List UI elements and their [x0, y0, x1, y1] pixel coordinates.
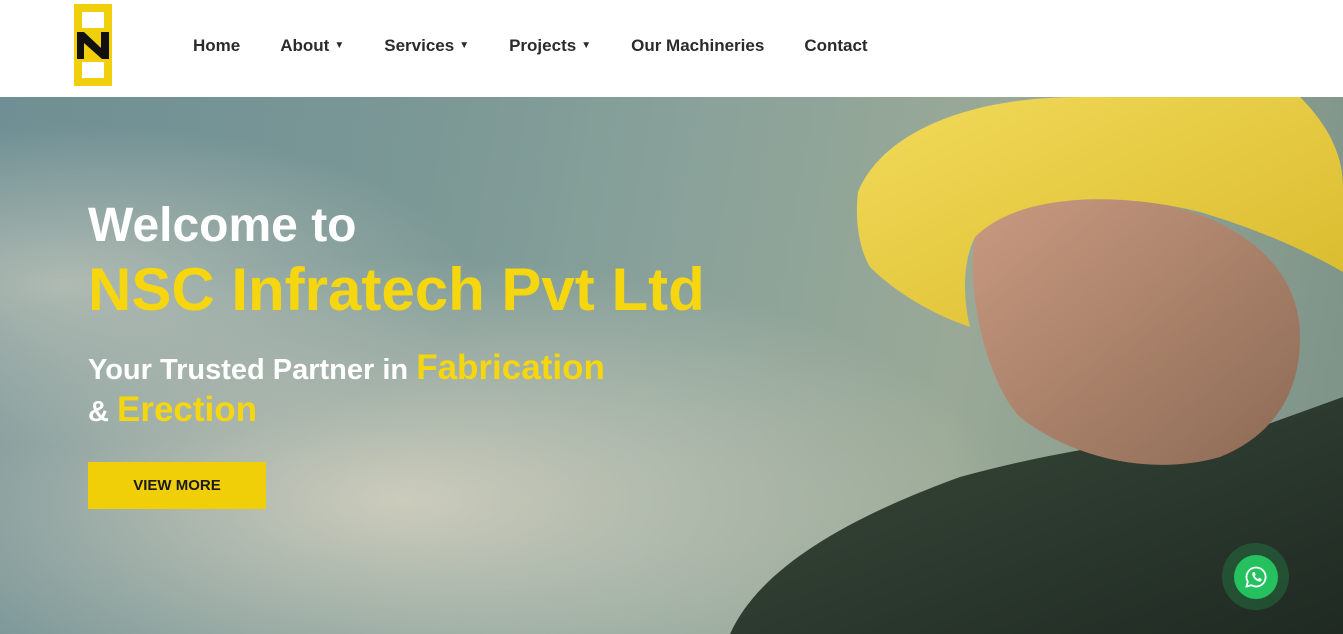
nav-services[interactable]: Services ▼ [384, 36, 469, 56]
hero-welcome-text: Welcome to [88, 199, 357, 252]
nav-projects[interactable]: Projects ▼ [509, 36, 591, 56]
nav-contact-label: Contact [804, 36, 868, 55]
nav-about-label: About [280, 36, 330, 55]
caret-down-icon: ▼ [459, 40, 470, 51]
nav-home-label: Home [193, 36, 241, 55]
caret-down-icon: ▼ [334, 40, 345, 51]
hero-section: Welcome to NSC Infratech Pvt Ltd Your Tr… [0, 97, 1343, 634]
nsc-logo-icon[interactable] [74, 4, 112, 86]
nav-machineries[interactable]: Our Machineries [631, 36, 764, 56]
tagline-highlight-fabrication: Fabrication [416, 348, 605, 387]
hero-tagline: Your Trusted Partner in Fabrication & Er… [88, 348, 705, 432]
tagline-highlight-erection: Erection [117, 390, 258, 429]
nav-contact[interactable]: Contact [804, 36, 867, 56]
tagline-part2: & [88, 396, 117, 428]
nav-about[interactable]: About ▼ [280, 36, 344, 56]
hero-content: Welcome to NSC Infratech Pvt Ltd Your Tr… [88, 194, 705, 509]
tagline-part1: Your Trusted Partner in [88, 354, 417, 386]
whatsapp-button-inner [1233, 554, 1278, 599]
nav-home[interactable]: Home [193, 36, 240, 56]
nav-services-label: Services [384, 36, 455, 55]
nav-machineries-label: Our Machineries [631, 36, 765, 55]
main-nav: Home About ▼ Services ▼ Projects ▼ Our Mach… [193, 36, 908, 56]
caret-down-icon: ▼ [581, 40, 592, 51]
nav-projects-label: Projects [509, 36, 577, 55]
whatsapp-icon [1244, 566, 1266, 588]
whatsapp-button[interactable] [1222, 543, 1289, 610]
view-more-button[interactable]: VIEW MORE [88, 462, 266, 509]
hero-company-name: NSC Infratech Pvt Ltd [88, 256, 705, 323]
site-header: Home About ▼ Services ▼ Projects ▼ Our Mach… [0, 0, 1343, 97]
